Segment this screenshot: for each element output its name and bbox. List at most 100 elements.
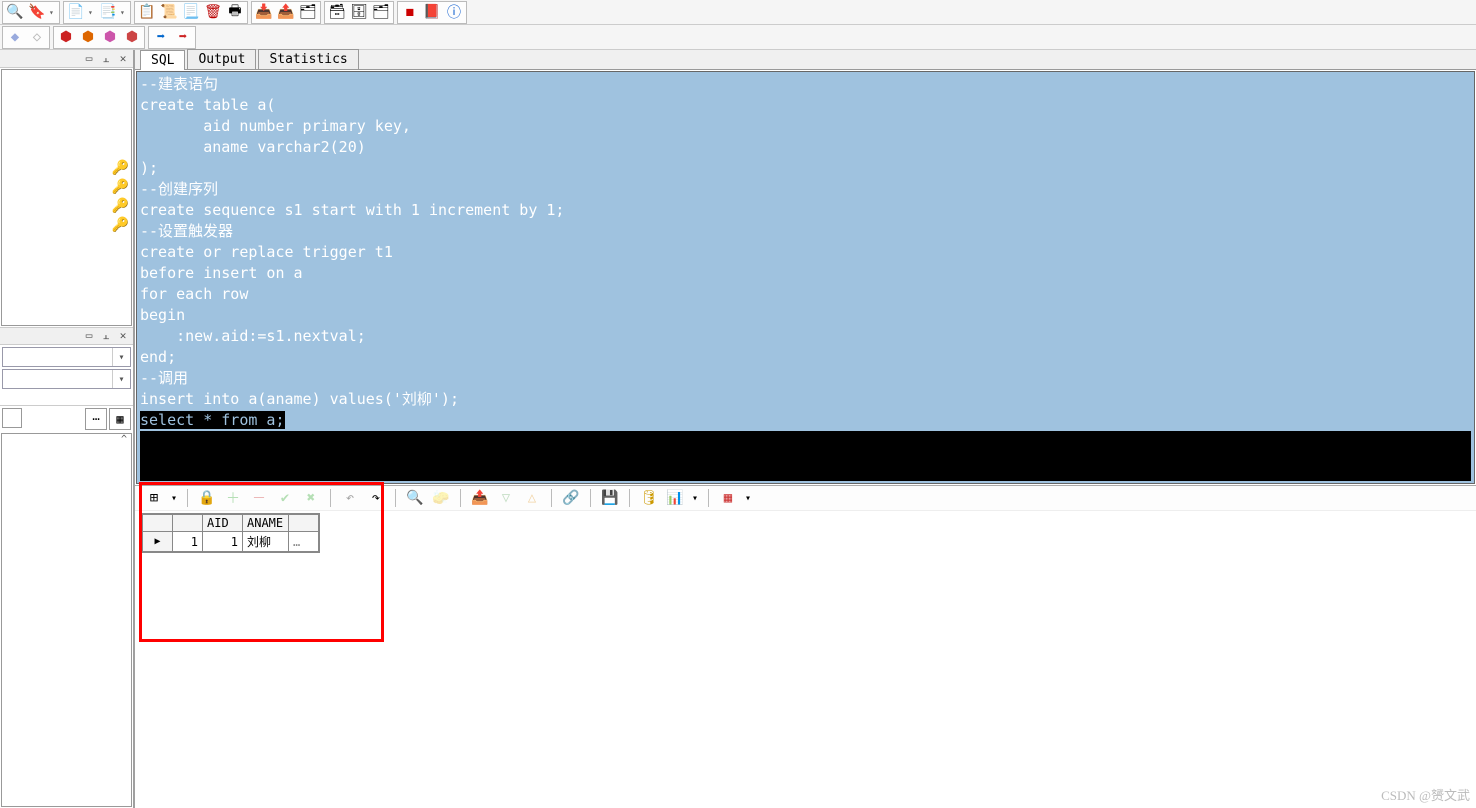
close-icon[interactable]: ✕ [116,52,130,66]
toolbar-group-1c: 📋 📜 📃 🗑 🖶 [134,1,248,24]
window-icon[interactable]: 🗃 [327,3,347,22]
arrow-red-icon[interactable]: ➡ [173,28,193,47]
right-pane: SQL Output Statistics --建表语句 create tabl… [135,50,1476,808]
open-doc-icon[interactable]: 📑 [98,3,118,22]
bookmark-icon[interactable]: 🔖 [27,3,47,22]
chevron-down-icon[interactable]: ▾ [112,370,130,388]
toolbar-row-1: 🔍 🔖 ▾ 📄 ▾ 📑 ▾ 📋 📜 📃 🗑 🖶 📥 📤 🗂 🗃 🗄 🗂 ◼ 📕 … [0,0,1476,25]
orange-cube-icon[interactable]: ⬢ [78,28,98,47]
sidebar-header: ▭ ⫠ ✕ [0,50,133,68]
pdf-icon[interactable]: 📕 [422,3,442,22]
aname-cell[interactable]: 刘柳 [243,532,289,552]
dropdown-icon[interactable]: ▾ [743,488,753,508]
table-row[interactable]: ▶ 1 1 刘柳 … [143,532,319,552]
collapse-icon[interactable]: ^ [117,434,131,448]
delete-icon[interactable]: 🗑 [203,3,223,22]
rownum-cell: 1 [173,532,203,552]
add-row-icon[interactable]: ＋ [222,488,244,508]
grid-mode-icon[interactable]: ⊞ [143,488,165,508]
key-icon[interactable]: 🔑 [112,217,129,233]
tile-icon[interactable]: 🗄 [349,3,369,22]
tab-statistics[interactable]: Statistics [258,49,358,69]
row-pointer-icon: ▶ [143,532,173,552]
key-icon[interactable]: 🔑 [112,179,129,195]
link-icon[interactable]: 🔗 [560,488,582,508]
export-icon[interactable]: 📤 [469,488,491,508]
eraser-icon[interactable]: 🧽 [430,488,452,508]
result-grid[interactable]: AID ANAME ▶ 1 1 刘柳 … [141,513,320,553]
pink-cube-icon[interactable]: ⬢ [100,28,120,47]
diamond-fill-icon[interactable]: ◆ [5,28,25,47]
minimize-icon[interactable]: ▭ [82,52,96,66]
key-icon[interactable]: 🔑 [112,198,129,214]
delete-row-icon[interactable]: － [248,488,270,508]
info-icon[interactable]: ⓘ [444,3,464,22]
tab-output[interactable]: Output [187,49,256,69]
red-cube-icon[interactable]: ⬢ [56,28,76,47]
combo-2[interactable]: ▾ [2,369,131,389]
col-aname-header[interactable]: ANAME [243,515,289,532]
sql-editor-wrap: --建表语句 create table a( aid number primar… [136,71,1475,484]
pin-icon[interactable]: ⫠ [99,329,113,343]
chart-icon[interactable]: 📊 [664,488,686,508]
aid-cell[interactable]: 1 [203,532,243,552]
rownum-header[interactable] [173,515,203,532]
tab-sql[interactable]: SQL [140,50,185,70]
result-toolbar: ⊞ ▾ 🔒 ＋ － ✔ ✖ ↶ ↷ 🔍 🧽 📤 ▽ △ 🔗 [135,485,1476,511]
watermark: CSDN @赟文武 [1381,785,1470,804]
dropdown-icon[interactable]: ▾ [690,488,700,508]
dropdown-icon[interactable]: ▾ [120,8,128,17]
arrow-blue-icon[interactable]: ➡ [151,28,171,47]
script-icon[interactable]: 📋 [137,3,157,22]
export-icon[interactable]: 📤 [276,3,296,22]
down-icon[interactable]: ▽ [495,488,517,508]
col-extra-header[interactable] [289,515,319,532]
editor-tabs: SQL Output Statistics [135,50,1476,70]
commit-icon[interactable]: ✔ [274,488,296,508]
row-selector-header[interactable] [143,515,173,532]
import-icon[interactable]: 📥 [254,3,274,22]
outdent-icon[interactable]: 📃 [181,3,201,22]
db-icon[interactable]: 🛢 [638,488,660,508]
main-area: ▭ ⫠ ✕ 🔑 🔑 🔑 🔑 ▭ ⫠ ✕ ▾ ▾ [0,50,1476,808]
checkbox[interactable] [2,408,22,428]
ellipsis-button[interactable]: ⋯ [85,408,107,430]
grid-button[interactable]: ▦ [109,408,131,430]
find-icon[interactable]: 🔍 [404,488,426,508]
new-doc-icon[interactable]: 📄 [66,3,86,22]
indent-icon[interactable]: 📜 [159,3,179,22]
compare-icon[interactable]: 🗂 [298,3,318,22]
save-icon[interactable]: 💾 [599,488,621,508]
green-cube-icon[interactable]: ⬢ [122,28,142,47]
oracle-icon[interactable]: ◼ [400,3,420,22]
pin-icon[interactable]: ⫠ [99,52,113,66]
close-icon[interactable]: ✕ [116,329,130,343]
dropdown-icon[interactable]: ▾ [49,8,57,17]
sidebar-mid-header: ▭ ⫠ ✕ [0,327,133,345]
sql-last-selected: select * from a; [140,411,285,429]
sql-editor[interactable]: --建表语句 create table a( aid number primar… [137,72,1474,483]
lock-icon[interactable]: 🔒 [196,488,218,508]
more-cell[interactable]: … [289,532,319,552]
sidebar-list[interactable]: ^ [1,433,132,808]
key-check-icon[interactable]: 🔑 [112,160,129,176]
redo-icon[interactable]: ↷ [365,488,387,508]
grid-header-row: AID ANAME [143,515,319,532]
dropdown-icon[interactable]: ▾ [169,488,179,508]
cascade-icon[interactable]: 🗂 [371,3,391,22]
dropdown-icon[interactable]: ▾ [88,8,96,17]
combo-1[interactable]: ▾ [2,347,131,367]
chevron-down-icon[interactable]: ▾ [112,348,130,366]
undo-icon[interactable]: ↶ [339,488,361,508]
layout-icon[interactable]: ▦ [717,488,739,508]
object-tree[interactable]: 🔑 🔑 🔑 🔑 [1,69,132,326]
print-icon[interactable]: 🖶 [225,3,245,22]
col-aid-header[interactable]: AID [203,515,243,532]
minimize-icon[interactable]: ▭ [82,329,96,343]
sidebar-bottom-buttons: ⋯ ▦ [0,405,133,432]
diamond-outline-icon[interactable]: ◇ [27,28,47,47]
rollback-icon[interactable]: ✖ [300,488,322,508]
up-icon[interactable]: △ [521,488,543,508]
find-icon[interactable]: 🔍 [5,3,25,22]
toolbar-group-1e: 🗃 🗄 🗂 [324,1,394,24]
